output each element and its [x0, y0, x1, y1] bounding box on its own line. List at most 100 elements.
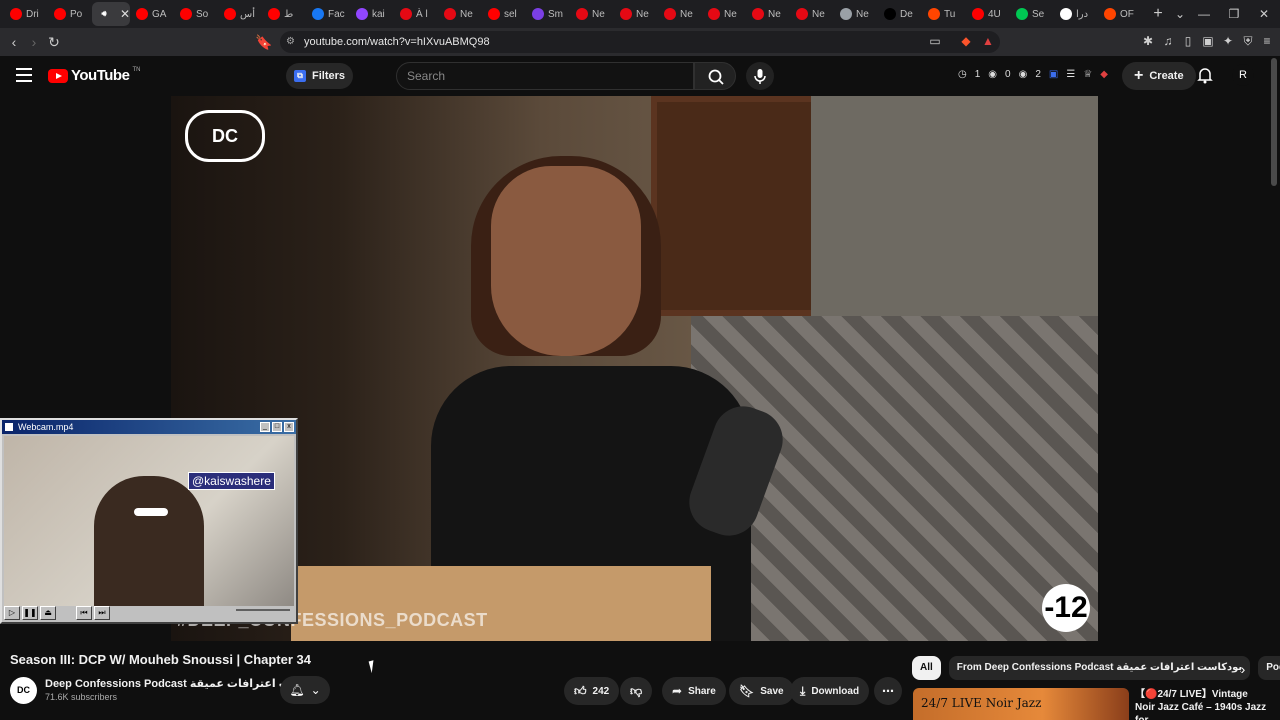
- browser-tab[interactable]: De: [878, 2, 922, 26]
- browser-tab-strip: Dri Po 🔊︎ ✕ GA So أس ط Fac kai À l Ne sel Sm Ne Ne Ne Ne N…: [0, 0, 1280, 28]
- extensions-icon[interactable]: ✱: [1140, 33, 1156, 49]
- browser-tab[interactable]: kai: [350, 2, 394, 26]
- save-button[interactable]: 🔖︎ Save: [729, 677, 794, 705]
- browser-tab[interactable]: Po: [48, 2, 92, 26]
- browser-tab[interactable]: GA: [130, 2, 174, 26]
- reload-icon[interactable]: ↻: [44, 32, 64, 52]
- search-input[interactable]: Search: [396, 62, 694, 90]
- browser-tab[interactable]: Fac: [306, 2, 350, 26]
- youtube-logo[interactable]: YouTube TN: [48, 67, 140, 84]
- volume-slider[interactable]: [236, 609, 290, 611]
- youtube-header: YouTube TN ⧉ Filters Search ◷ 1 ◉ 0 ◉ 2 ▣ ☰…: [0, 56, 1280, 96]
- tab-close-icon[interactable]: ✕: [120, 7, 130, 21]
- media-icon[interactable]: ♫: [1160, 33, 1176, 49]
- browser-tab[interactable]: Se: [1010, 2, 1054, 26]
- browser-tab[interactable]: ط: [262, 2, 306, 26]
- tab-label: De: [900, 8, 913, 20]
- browser-tab[interactable]: 🔊︎ ✕: [92, 2, 130, 26]
- search-button[interactable]: [694, 62, 736, 90]
- tab-favicon-icon: [400, 8, 412, 20]
- browser-tab[interactable]: Ne: [570, 2, 614, 26]
- browser-tab[interactable]: OF: [1098, 2, 1142, 26]
- chip-podcast[interactable]: Podcast: [1258, 656, 1280, 680]
- next-icon[interactable]: ⏭: [94, 606, 110, 620]
- webcam-titlebar[interactable]: Webcam.mp4 _ □ x: [2, 420, 296, 434]
- browser-tab[interactable]: So: [174, 2, 218, 26]
- more-actions-button[interactable]: ⋯: [874, 677, 902, 705]
- cast-icon[interactable]: ▭: [927, 33, 943, 49]
- site-info-icon[interactable]: ⚙: [286, 36, 298, 48]
- chip-from-channel[interactable]: From Deep Confessions Podcast بودكاست اع…: [948, 656, 1251, 680]
- list-icon[interactable]: ☰: [1066, 69, 1075, 80]
- filters-button[interactable]: ⧉ Filters: [286, 63, 354, 89]
- browser-tab[interactable]: Sm: [526, 2, 570, 26]
- browser-tab[interactable]: Ne: [438, 2, 482, 26]
- eject-icon[interactable]: ⏏: [40, 606, 56, 620]
- previous-icon[interactable]: ⏮: [76, 606, 92, 620]
- webcam-close-icon[interactable]: x: [284, 422, 294, 432]
- account-avatar[interactable]: R: [1232, 64, 1254, 86]
- notifications-bell-icon[interactable]: [1196, 66, 1214, 84]
- chevron-right-icon[interactable]: ›: [1234, 660, 1252, 678]
- vpn-icon[interactable]: ⛨: [1240, 33, 1256, 49]
- browser-tab[interactable]: Ne: [834, 2, 878, 26]
- plus-icon: +: [1134, 67, 1144, 84]
- tab-favicon-icon: [1016, 8, 1028, 20]
- browser-tab[interactable]: Ne: [658, 2, 702, 26]
- browser-tab[interactable]: À l: [394, 2, 438, 26]
- bookmark-icon[interactable]: 🔖: [254, 32, 274, 52]
- download-label: Download: [811, 685, 860, 697]
- tab-favicon-icon: [1104, 8, 1116, 20]
- browser-tab[interactable]: أس: [218, 2, 262, 26]
- pause-icon[interactable]: ❚❚: [22, 606, 38, 620]
- maximize-icon[interactable]: ❐: [1222, 4, 1246, 24]
- browser-tab[interactable]: درا: [1054, 2, 1098, 26]
- tab-label: درا: [1076, 8, 1089, 20]
- back-icon[interactable]: ‹: [4, 32, 24, 52]
- hamburger-menu-icon[interactable]: [16, 68, 32, 82]
- menu-icon[interactable]: ≡: [1259, 33, 1275, 49]
- channel-avatar[interactable]: DC: [10, 677, 37, 704]
- brave-shield-icon[interactable]: ◆: [958, 33, 974, 49]
- browser-tab[interactable]: sel: [482, 2, 526, 26]
- trophy-icon[interactable]: ♕: [1083, 69, 1092, 80]
- download-button[interactable]: ⤓ Download: [790, 677, 870, 705]
- subscription-bell-button[interactable]: 🔔︎ ⌄: [280, 676, 330, 704]
- page-scrollbar[interactable]: [1271, 58, 1277, 186]
- tab-favicon-icon: [532, 8, 544, 20]
- dislike-button[interactable]: 👎︎: [620, 677, 653, 705]
- video-player[interactable]: DC #DEEP_CONFESSIONS_PODCAST -12: [171, 96, 1098, 641]
- tab-search-chevron-icon[interactable]: ⌄: [1168, 4, 1192, 24]
- forward-icon[interactable]: ›: [24, 32, 44, 52]
- create-button[interactable]: + Create: [1122, 62, 1196, 90]
- wallet-icon[interactable]: ▣: [1200, 33, 1216, 49]
- browser-tab[interactable]: Dri: [4, 2, 48, 26]
- brave-rewards-icon[interactable]: ▲: [980, 33, 996, 49]
- like-button[interactable]: 👍︎ 242: [564, 677, 620, 705]
- share-button[interactable]: ➦ Share: [662, 677, 726, 705]
- extension-badge-icon[interactable]: ▣: [1049, 69, 1058, 80]
- minimize-icon[interactable]: —: [1192, 4, 1216, 24]
- browser-tab[interactable]: Tu: [922, 2, 966, 26]
- address-bar[interactable]: ⚙ youtube.com/watch?v=hIXvuABMQ98: [280, 31, 1000, 53]
- webcam-minimize-icon[interactable]: _: [260, 422, 270, 432]
- tab-label: Ne: [768, 8, 781, 20]
- browser-tab[interactable]: Ne: [614, 2, 658, 26]
- sidebar-icon[interactable]: ▯: [1180, 33, 1196, 49]
- browser-tab[interactable]: Ne: [790, 2, 834, 26]
- recommended-thumbnail[interactable]: 24/7 LIVE Noir Jazz: [913, 688, 1129, 720]
- new-tab-icon[interactable]: +: [1146, 2, 1170, 26]
- browser-tab[interactable]: 4U: [966, 2, 1010, 26]
- browser-tab[interactable]: Ne: [746, 2, 790, 26]
- leo-icon[interactable]: ✦: [1220, 33, 1236, 49]
- close-window-icon[interactable]: ✕: [1252, 4, 1276, 24]
- webcam-overlay-window[interactable]: Webcam.mp4 _ □ x @kaiswashere ▷ ❚❚ ⏏ ⏮ ⏭: [0, 418, 298, 624]
- microphone-icon: [754, 69, 766, 84]
- webcam-maximize-icon[interactable]: □: [272, 422, 282, 432]
- chip-all[interactable]: All: [912, 656, 941, 680]
- play-icon[interactable]: ▷: [4, 606, 20, 620]
- browser-tab[interactable]: Ne: [702, 2, 746, 26]
- voice-search-button[interactable]: [746, 62, 774, 90]
- recommended-title[interactable]: 【🔴24/7 LIVE】Vintage Noir Jazz Café – 194…: [1135, 688, 1270, 720]
- notification-dot-icon[interactable]: ◆: [1100, 69, 1108, 80]
